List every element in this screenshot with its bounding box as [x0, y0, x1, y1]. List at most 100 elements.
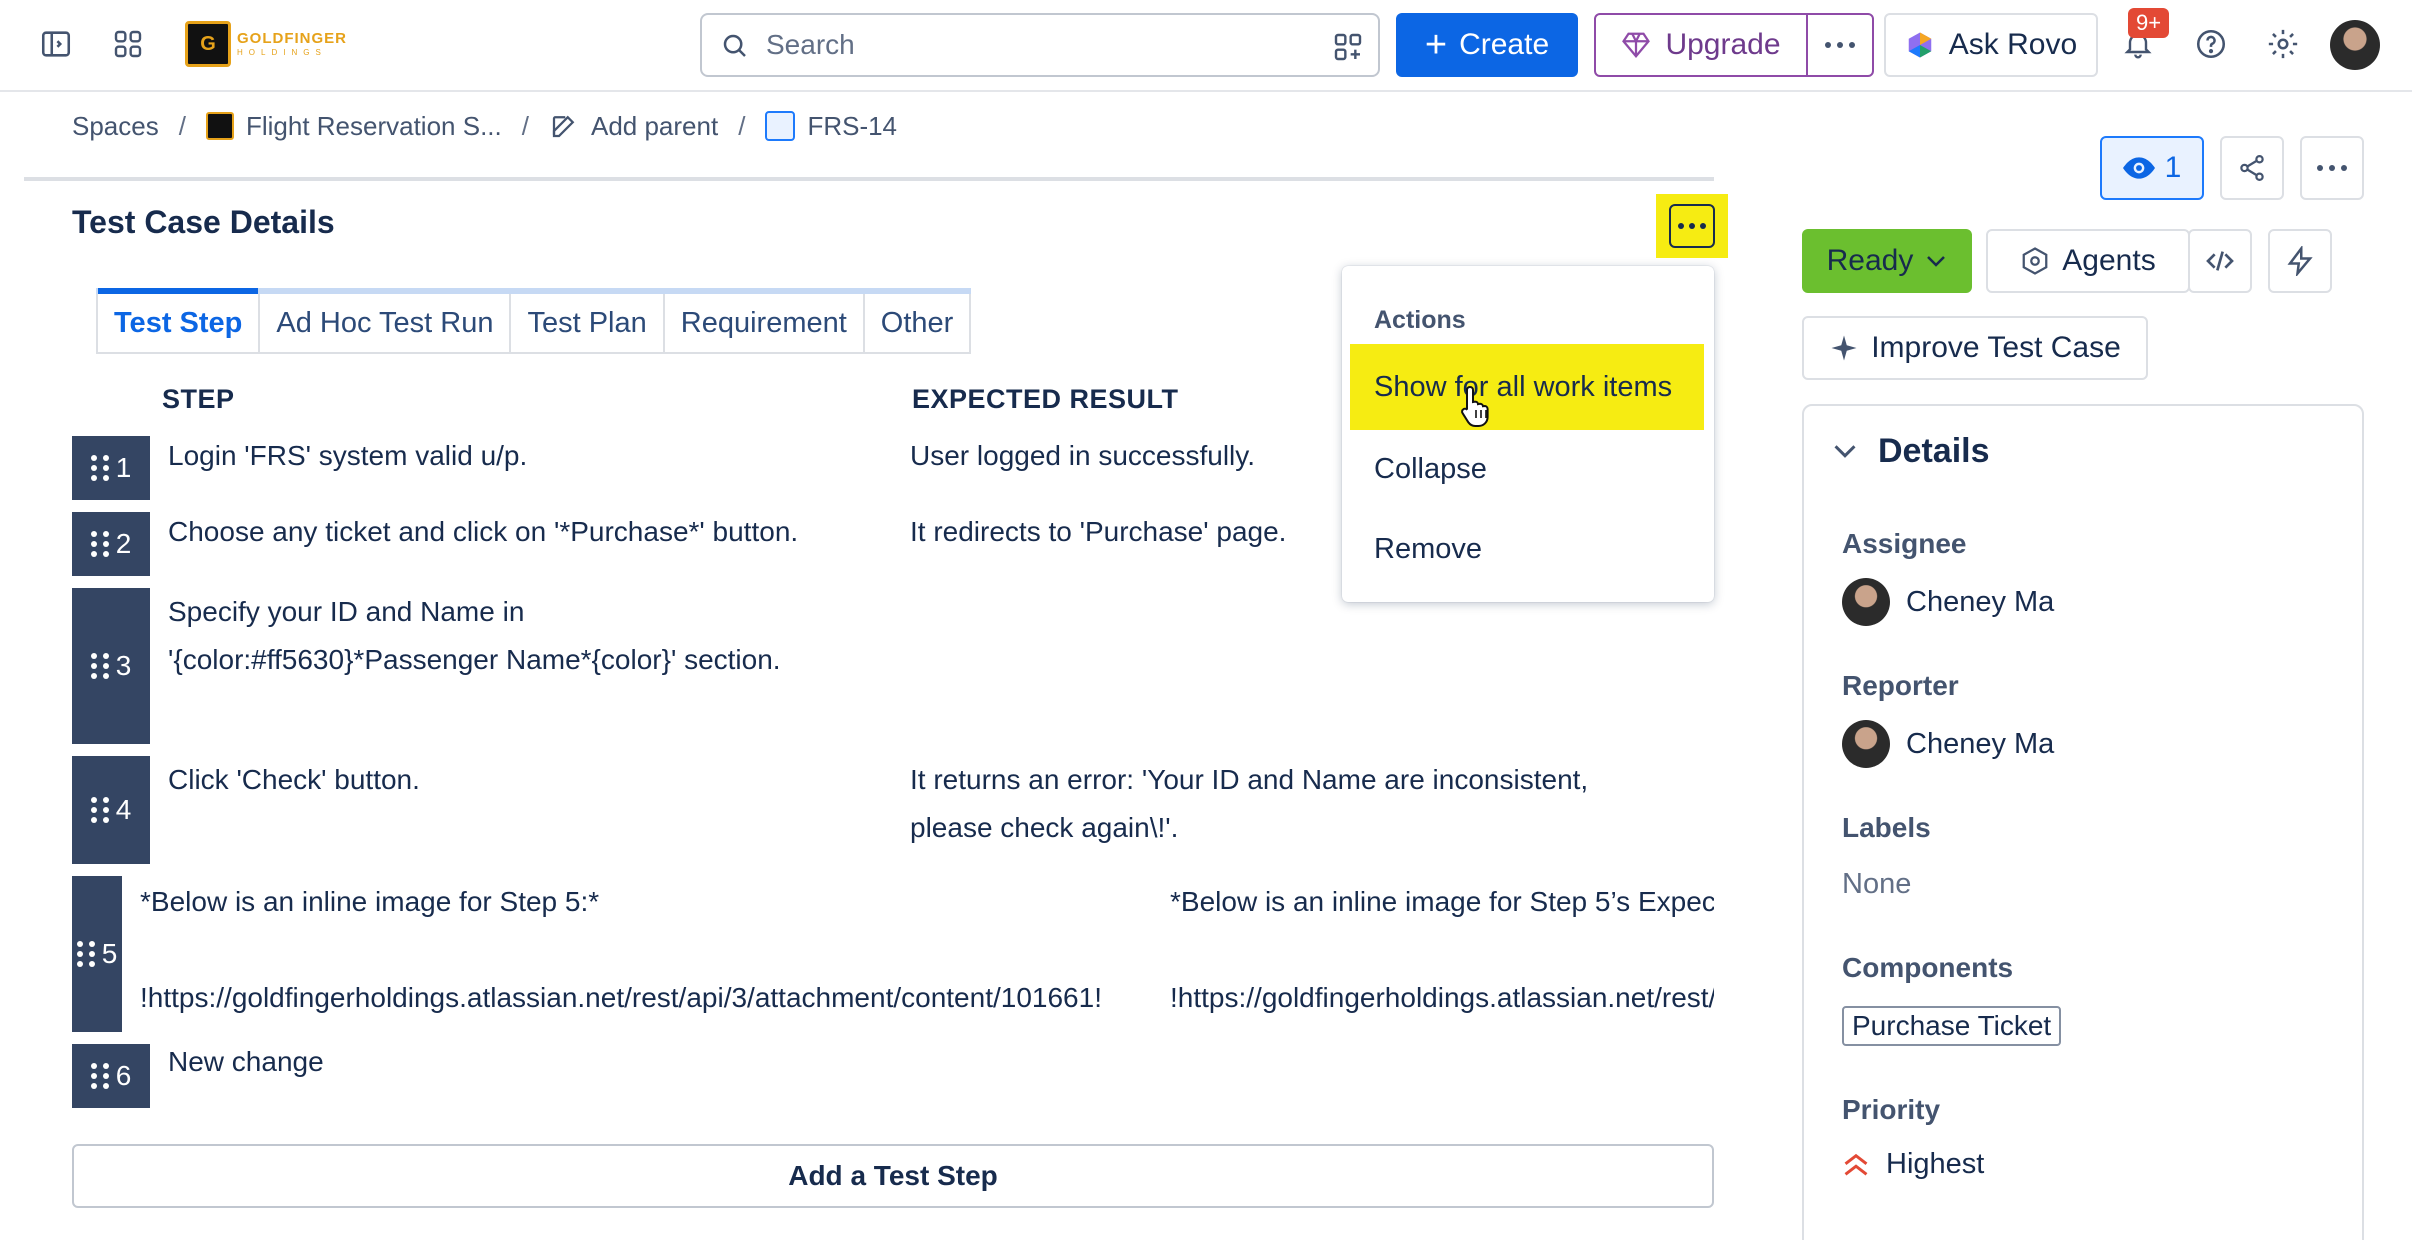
section-more-button[interactable]: [1656, 194, 1728, 258]
step-text-line[interactable]: '{color:#ff5630}*Passenger Name*{color}'…: [168, 636, 781, 684]
table-row: 3 Specify your ID and Name in '{color:#f…: [72, 588, 1714, 744]
watch-button[interactable]: 1: [2100, 136, 2204, 200]
drag-handle[interactable]: 4: [72, 756, 150, 864]
breadcrumb-project-label: Flight Reservation S...: [245, 110, 502, 141]
components-label: Components: [1842, 952, 2014, 983]
priority-field[interactable]: Highest: [1842, 1148, 1984, 1181]
assignee-label: Assignee: [1842, 528, 1967, 559]
expected-text-line[interactable]: please check again\!'.: [910, 804, 1178, 852]
breadcrumb-spaces[interactable]: Spaces: [72, 111, 159, 142]
breadcrumb-issue[interactable]: FRS-14: [765, 111, 897, 142]
automation-button[interactable]: [2268, 229, 2332, 293]
drag-handle[interactable]: 2: [72, 512, 150, 576]
reporter-name: Cheney Ma: [1906, 727, 2055, 760]
status-label: Ready: [1826, 244, 1914, 277]
ask-rovo-button[interactable]: Ask Rovo: [1884, 13, 2098, 77]
step-text-line[interactable]: Specify your ID and Name in: [168, 588, 524, 636]
share-icon: [2240, 155, 2264, 181]
step-number: 2: [115, 528, 132, 559]
priority-label: Priority: [1842, 1094, 1941, 1125]
create-button[interactable]: + Create: [1396, 13, 1578, 77]
step-text[interactable]: New change: [168, 1038, 324, 1086]
menu-heading: Actions: [1374, 306, 1466, 334]
expected-text[interactable]: User logged in successfully.: [910, 432, 1255, 480]
help-icon[interactable]: [2183, 16, 2239, 72]
menu-item-show-for-all-work-items[interactable]: Show for all work items: [1350, 344, 1704, 430]
top-navigation: G GOLDFINGER HOLDINGS Search + Create Up…: [0, 0, 2412, 92]
tab-other[interactable]: Other: [864, 294, 972, 354]
reporter-field[interactable]: Cheney Ma: [1842, 720, 2054, 768]
tab-ad-hoc-test-run[interactable]: Ad Hoc Test Run: [260, 294, 512, 354]
step-text[interactable]: Choose any ticket and click on '*Purchas…: [168, 508, 798, 556]
tab-test-plan[interactable]: Test Plan: [511, 294, 665, 354]
tab-test-step[interactable]: Test Step: [96, 288, 261, 354]
sidebar-toggle-icon[interactable]: [28, 16, 84, 72]
chevron-down-icon[interactable]: [1832, 442, 1858, 460]
drag-icon: [90, 531, 110, 557]
menu-item-remove[interactable]: Remove: [1350, 506, 1704, 592]
drag-icon: [90, 797, 110, 823]
tab-requirement[interactable]: Requirement: [664, 294, 865, 354]
share-button[interactable]: [2220, 136, 2284, 200]
breadcrumb-separator: /: [738, 110, 746, 141]
expected-text[interactable]: It redirects to 'Purchase' page.: [910, 508, 1286, 556]
drag-handle[interactable]: 6: [72, 1044, 150, 1108]
create-label: Create: [1459, 28, 1550, 61]
avatar: [1842, 720, 1890, 768]
search-placeholder: Search: [766, 29, 855, 60]
upgrade-button[interactable]: Upgrade: [1596, 15, 1808, 75]
company-logo[interactable]: G GOLDFINGER HOLDINGS: [185, 20, 347, 68]
drag-icon: [90, 1063, 110, 1089]
issue-key: FRS-14: [807, 110, 898, 141]
actions-dropdown-menu: Actions Show for all work items Collapse…: [1342, 266, 1714, 602]
rovo-icon: [1908, 32, 1932, 58]
drag-icon: [90, 653, 110, 679]
search-input[interactable]: Search: [700, 13, 1380, 77]
improve-test-case-button[interactable]: Improve Test Case: [1802, 316, 2148, 380]
content-divider: [24, 177, 1714, 181]
test-case-icon: [765, 111, 796, 141]
table-row: 6 New change: [72, 1044, 1714, 1108]
section-title: Test Case Details: [72, 204, 335, 240]
details-title[interactable]: Details: [1878, 432, 1990, 471]
agents-icon: [2022, 247, 2048, 275]
expected-text-line[interactable]: !https://goldfingerholdings.atlassian.ne…: [1170, 974, 1714, 1022]
apps-add-icon[interactable]: [1332, 31, 1364, 63]
app-switcher-icon[interactable]: [100, 16, 156, 72]
more-actions-button[interactable]: [2300, 136, 2364, 200]
search-icon: [723, 34, 746, 57]
upgrade-more-button[interactable]: [1808, 15, 1872, 75]
logo-line1: GOLDFINGER: [237, 30, 347, 47]
status-dropdown[interactable]: Ready: [1802, 229, 1972, 293]
step-text[interactable]: Login 'FRS' system valid u/p.: [168, 432, 527, 480]
user-avatar[interactable]: [2330, 20, 2380, 70]
more-icon: [1678, 223, 1706, 229]
drag-handle[interactable]: 3: [72, 588, 150, 744]
step-text-line[interactable]: *Below is an inline image for Step 5:*: [140, 878, 599, 926]
components-field[interactable]: Purchase Ticket: [1842, 1006, 2062, 1046]
expected-text-line[interactable]: *Below is an inline image for Step 5’s E…: [1170, 878, 1714, 926]
add-test-step-button[interactable]: Add a Test Step: [72, 1144, 1714, 1208]
edit-icon: [552, 115, 575, 138]
settings-gear-icon[interactable]: [2255, 16, 2311, 72]
table-row: 4 Click 'Check' button. It returns an er…: [72, 756, 1714, 864]
breadcrumb-project[interactable]: Flight Reservation S...: [205, 110, 502, 142]
agents-button[interactable]: Agents: [1986, 229, 2190, 293]
logo-line2: HOLDINGS: [237, 48, 327, 57]
labels-value[interactable]: None: [1842, 868, 1911, 901]
expected-text-line[interactable]: It returns an error: 'Your ID and Name a…: [910, 756, 1588, 804]
step-text[interactable]: Click 'Check' button.: [168, 756, 420, 804]
step-number: 5: [101, 938, 118, 969]
improve-label: Improve Test Case: [1871, 331, 2121, 364]
menu-item-collapse[interactable]: Collapse: [1350, 426, 1704, 512]
code-button[interactable]: [2188, 229, 2252, 293]
drag-handle[interactable]: 1: [72, 436, 150, 500]
drag-handle[interactable]: 5: [72, 876, 122, 1032]
assignee-field[interactable]: Cheney Ma: [1842, 578, 2054, 626]
step-number: 4: [115, 794, 132, 825]
breadcrumb-add-parent[interactable]: Add parent: [549, 111, 718, 142]
drag-icon: [76, 941, 96, 967]
more-icon: [2317, 165, 2347, 171]
step-number: 6: [115, 1060, 132, 1091]
step-text-line[interactable]: !https://goldfingerholdings.atlassian.ne…: [140, 974, 1102, 1022]
